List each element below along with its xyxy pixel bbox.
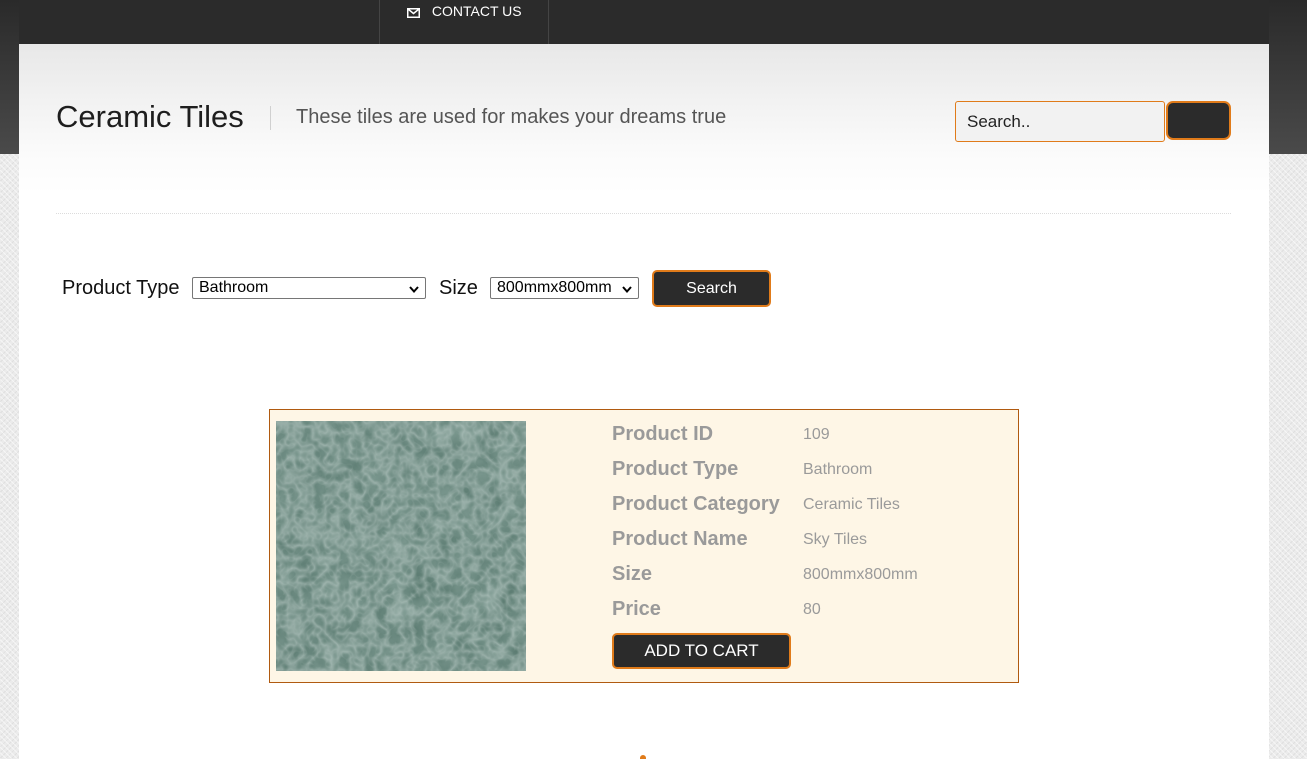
spec-value-size: 800mmx800mm [803,566,918,583]
spec-value-product-type: Bathroom [803,461,873,478]
section-divider [56,213,1231,214]
product-type-select[interactable]: Bathroom [192,277,426,299]
main-content: Ceramic Tiles These tiles are used for m… [19,44,1269,759]
product-type-selected-value: Bathroom [199,279,269,296]
envelope-icon [407,5,420,21]
size-select[interactable]: 800mmx800mm [490,277,639,299]
nav-contact-us-label: CONTACT US [431,3,522,19]
filter-search-button[interactable]: Search [652,270,771,307]
nav-contact-us[interactable]: CONTACT US [379,0,549,44]
spec-value-product-category: Ceramic Tiles [803,496,900,513]
spec-label-product-id: Product ID [612,423,714,445]
page-tagline: These tiles are used for makes your drea… [296,106,727,128]
scroll-indicator [640,755,646,759]
top-navigation: CONTACT US [19,0,1269,44]
spec-label-product-name: Product Name [612,528,748,550]
spec-value-price: 80 [803,601,821,618]
product-image [276,421,526,671]
spec-value-product-id: 109 [803,426,830,443]
spec-value-product-name: Sky Tiles [803,531,868,548]
spec-label-product-category: Product Category [612,493,780,515]
add-to-cart-button[interactable]: ADD TO CART [612,633,791,669]
size-selected-value: 800mmx800mm [497,279,612,296]
size-label: Size [439,277,478,299]
spec-label-size: Size [612,563,653,585]
search-submit-button[interactable] [1166,101,1231,140]
title-divider [270,106,271,130]
chevron-down-icon [408,281,420,301]
spec-label-product-type: Product Type [612,458,739,480]
page-title: Ceramic Tiles [56,99,244,134]
product-type-label: Product Type [62,277,180,299]
spec-label-price: Price [612,598,661,620]
search-input[interactable] [955,101,1165,142]
product-card: Product ID 109 Product Type Bathroom Pro… [269,409,1019,683]
chevron-down-icon [621,281,633,301]
